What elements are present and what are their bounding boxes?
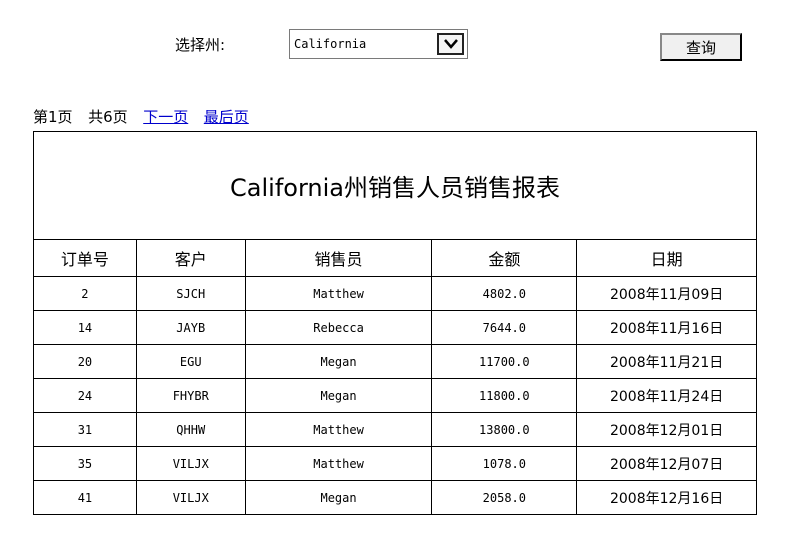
cell-amount: 2058.0 (431, 480, 578, 515)
page-info: 第1页 (33, 108, 73, 126)
cell-customer: JAYB (135, 310, 246, 345)
column-header-salesperson: 销售员 (244, 239, 433, 277)
cell-salesperson: Megan (244, 378, 433, 413)
cell-customer: EGU (135, 344, 246, 379)
table-row: 2 SJCH Matthew 4802.0 2008年11月09日 (33, 276, 757, 311)
sales-report-table: California州销售人员销售报表 订单号 客户 销售员 金额 日期 2 S… (33, 131, 757, 515)
cell-date: 2008年11月09日 (576, 276, 757, 311)
cell-date: 2008年11月24日 (576, 378, 757, 413)
cell-date: 2008年11月21日 (576, 344, 757, 379)
cell-customer: FHYBR (135, 378, 246, 413)
query-button[interactable]: 查询 (660, 33, 742, 61)
table-row: 20 EGU Megan 11700.0 2008年11月21日 (33, 344, 757, 379)
cell-customer: VILJX (135, 446, 246, 481)
cell-salesperson: Matthew (244, 412, 433, 447)
table-row: 31 QHHW Matthew 13800.0 2008年12月01日 (33, 412, 757, 447)
cell-order-id: 41 (33, 480, 137, 515)
cell-amount: 1078.0 (431, 446, 578, 481)
state-select[interactable]: California (289, 29, 468, 59)
table-row: 24 FHYBR Megan 11800.0 2008年11月24日 (33, 378, 757, 413)
cell-date: 2008年12月07日 (576, 446, 757, 481)
cell-salesperson: Rebecca (244, 310, 433, 345)
last-page-link[interactable]: 最后页 (204, 108, 249, 126)
cell-salesperson: Megan (244, 344, 433, 379)
total-pages: 共6页 (88, 108, 128, 126)
cell-order-id: 2 (33, 276, 137, 311)
cell-order-id: 31 (33, 412, 137, 447)
column-header-date: 日期 (576, 239, 757, 277)
pager: 第1页 共6页 下一页 最后页 (33, 106, 249, 127)
cell-amount: 4802.0 (431, 276, 578, 311)
column-header-amount: 金额 (431, 239, 578, 277)
chevron-down-icon-svg (443, 39, 458, 49)
column-header-order-id: 订单号 (33, 239, 137, 277)
cell-amount: 11700.0 (431, 344, 578, 379)
cell-date: 2008年11月16日 (576, 310, 757, 345)
cell-salesperson: Matthew (244, 276, 433, 311)
cell-customer: QHHW (135, 412, 246, 447)
cell-order-id: 20 (33, 344, 137, 379)
cell-date: 2008年12月16日 (576, 480, 757, 515)
next-page-link[interactable]: 下一页 (143, 108, 188, 126)
chevron-down-icon[interactable] (437, 33, 464, 55)
table-row: 35 VILJX Matthew 1078.0 2008年12月07日 (33, 446, 757, 481)
state-select-value: California (294, 37, 367, 51)
cell-date: 2008年12月01日 (576, 412, 757, 447)
cell-amount: 11800.0 (431, 378, 578, 413)
cell-order-id: 24 (33, 378, 137, 413)
cell-customer: VILJX (135, 480, 246, 515)
column-header-customer: 客户 (135, 239, 246, 277)
state-label: 选择州: (175, 36, 226, 54)
cell-amount: 7644.0 (431, 310, 578, 345)
table-row: 14 JAYB Rebecca 7644.0 2008年11月16日 (33, 310, 757, 345)
cell-customer: SJCH (135, 276, 246, 311)
cell-order-id: 35 (33, 446, 137, 481)
cell-salesperson: Matthew (244, 446, 433, 481)
cell-amount: 13800.0 (431, 412, 578, 447)
table-row: 41 VILJX Megan 2058.0 2008年12月16日 (33, 480, 757, 515)
cell-order-id: 14 (33, 310, 137, 345)
report-title: California州销售人员销售报表 (33, 131, 757, 240)
table-header-row: 订单号 客户 销售员 金额 日期 (33, 239, 757, 277)
cell-salesperson: Megan (244, 480, 433, 515)
